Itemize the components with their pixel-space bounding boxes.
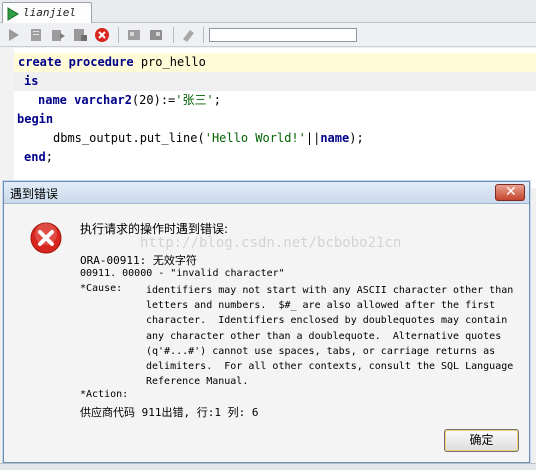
tab-lianjiel[interactable]: lianjiel [2, 2, 92, 23]
code-line: end; [14, 148, 536, 167]
keyword-token: create procedure [18, 55, 134, 69]
error-code: ORA-00911: 无效字符 [80, 254, 197, 267]
error-icon [30, 222, 62, 254]
number-token: 20 [139, 93, 154, 107]
ok-button[interactable]: 确定 [444, 429, 519, 452]
code-line: dbms_output.put_line('Hello World!'||nam… [14, 129, 536, 148]
error-dialog: 遇到错误 ✕ http://blog.csdn.net/bcbobo21cn 执… [3, 181, 530, 463]
identifier-token: name [38, 93, 75, 107]
keyword-token: end [24, 150, 46, 164]
close-button[interactable]: ✕ [495, 184, 525, 201]
vendor-code-line: 供应商代码 911出错, 行:1 列: 6 [80, 406, 259, 419]
close-icon: ✕ [505, 184, 517, 200]
cancel-icon[interactable] [94, 27, 110, 43]
keyword-token: begin [17, 112, 54, 126]
status-strip [0, 463, 536, 470]
code-line: name varchar2(20):='张三'; [14, 91, 536, 110]
string-token: 'Hello World!' [204, 131, 306, 145]
run-statement-icon[interactable] [6, 27, 22, 43]
string-token: '张三' [175, 93, 214, 107]
progress-bar [209, 28, 357, 42]
identifier-token: dbms_output.put_line( [53, 131, 205, 145]
code-editor[interactable]: create procedure pro_hello is name varch… [0, 48, 536, 188]
autotrace-icon[interactable] [72, 27, 88, 43]
rollback-icon[interactable] [148, 27, 164, 43]
identifier-token: pro_hello [133, 55, 206, 69]
explain-plan-icon[interactable] [50, 27, 66, 43]
action-label: *Action: [80, 389, 129, 400]
dialog-title: 遇到错误 [10, 187, 59, 201]
punct-token: ; [45, 150, 53, 164]
commit-icon[interactable] [126, 27, 142, 43]
editor-tab-bar: lianjiel [0, 0, 536, 23]
toolbar-separator [203, 27, 204, 43]
cause-text: identifiers may not start with any ASCII… [146, 285, 514, 388]
dialog-titlebar[interactable]: 遇到错误 ✕ [4, 182, 529, 204]
code-line: begin [14, 110, 536, 129]
punct-token: ); [349, 131, 364, 145]
error-header: 执行请求的操作时遇到错误: [80, 222, 229, 236]
code-line: create procedure pro_hello [14, 53, 536, 72]
editor-toolbar [0, 23, 536, 47]
toolbar-separator [118, 27, 119, 43]
punct-token: ):= [153, 93, 176, 107]
type-token: varchar2 [74, 93, 132, 107]
eraser-icon[interactable] [180, 27, 196, 43]
identifier-token: name [320, 131, 350, 145]
punct-token: ; [213, 93, 221, 107]
code-line: is [14, 72, 536, 91]
cause-label: *Cause: [80, 283, 123, 294]
keyword-token: is [24, 74, 39, 88]
run-script-icon[interactable] [28, 27, 44, 43]
run-icon [7, 6, 19, 21]
error-detail: 00911. 00000 - "invalid character" [80, 268, 285, 279]
operator-token: || [305, 131, 321, 145]
watermark-text: http://blog.csdn.net/bcbobo21cn [140, 235, 402, 251]
tab-label: lianjiel [23, 6, 76, 19]
toolbar-separator [173, 27, 174, 43]
